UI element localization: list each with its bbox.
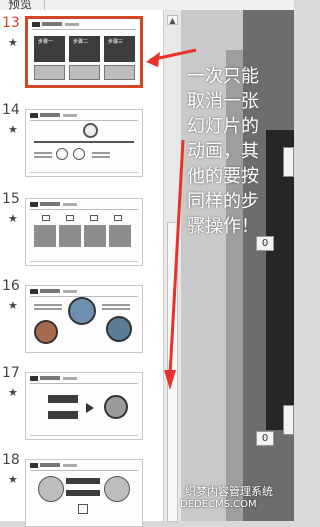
text-line xyxy=(34,156,52,158)
slide-number: 17 xyxy=(2,365,20,381)
diagram-circle xyxy=(56,148,68,160)
flow-box xyxy=(66,478,100,484)
text-line xyxy=(102,304,130,306)
flow-arrow-icon xyxy=(86,403,94,413)
diagram-line xyxy=(34,141,134,143)
slide-thumbnail-13[interactable]: 步骤一 步骤二 步骤三 xyxy=(25,16,143,88)
diagram-circle xyxy=(83,123,98,138)
thumb-footer xyxy=(30,435,138,436)
step-box-3: 步骤三 xyxy=(104,36,135,62)
flow-box xyxy=(48,411,78,419)
flow-box xyxy=(66,490,100,496)
chart-icon xyxy=(66,215,74,221)
thumb-rule xyxy=(30,470,138,471)
image-icon xyxy=(90,215,98,221)
thumb-header xyxy=(30,289,90,294)
thumb-header xyxy=(30,113,90,118)
site-watermark: 织梦内容管理系统 DEDECMS.COM xyxy=(150,480,294,514)
thumb-footer xyxy=(30,172,138,173)
scrollbar-thumb[interactable] xyxy=(167,222,178,522)
note-icon xyxy=(114,215,122,221)
down-arrow-icon xyxy=(78,504,88,514)
step-box-1: 步骤一 xyxy=(34,36,65,62)
watermark-line1: 织梦内容管理系统 xyxy=(185,485,273,498)
slide-number: 13 xyxy=(2,15,20,31)
text-line xyxy=(34,304,62,306)
thumb-rule xyxy=(30,383,138,384)
step-box-2: 步骤二 xyxy=(69,36,100,62)
slide-number: 15 xyxy=(2,191,20,207)
thumb-header xyxy=(30,202,90,207)
animation-order-badge[interactable]: 0 xyxy=(256,431,274,446)
column-card xyxy=(34,225,56,247)
text-line xyxy=(34,152,52,154)
image-placeholder xyxy=(104,65,135,80)
slide-number: 14 xyxy=(2,102,20,118)
text-line xyxy=(34,308,62,310)
animation-star-icon: ★ xyxy=(8,123,18,136)
thumbnail-scrollbar[interactable]: ▲ xyxy=(163,10,181,522)
thumb-rule xyxy=(32,29,136,30)
flow-box xyxy=(48,395,78,403)
photo-circle xyxy=(34,320,58,344)
column-card xyxy=(84,225,106,247)
thumb-header xyxy=(30,376,90,381)
thumb-header xyxy=(32,22,92,27)
column-card xyxy=(59,225,81,247)
thumb-header xyxy=(30,463,90,468)
text-line xyxy=(92,152,110,154)
photo-circle xyxy=(68,297,96,325)
canvas-element[interactable] xyxy=(283,405,294,435)
animation-star-icon: ★ xyxy=(8,36,18,49)
slide-thumbnail-14[interactable] xyxy=(25,109,143,177)
thumb-footer xyxy=(30,261,138,262)
watermark-line2: DEDECMS.COM xyxy=(180,499,257,510)
image-placeholder xyxy=(69,65,100,80)
thumb-rule xyxy=(30,120,138,121)
scroll-up-arrow-icon[interactable]: ▲ xyxy=(167,15,178,25)
tab-separator xyxy=(44,0,45,10)
text-line xyxy=(92,156,110,158)
animation-star-icon: ★ xyxy=(8,386,18,399)
animation-star-icon: ★ xyxy=(8,299,18,312)
slide-thumbnail-17[interactable] xyxy=(25,372,143,440)
slide-number: 16 xyxy=(2,278,20,294)
flow-circle xyxy=(104,395,128,419)
animation-star-icon: ★ xyxy=(8,473,18,486)
animation-star-icon: ★ xyxy=(8,212,18,225)
diagram-circle xyxy=(38,476,64,502)
diagram-circle xyxy=(104,476,130,502)
text-line xyxy=(102,308,130,310)
slide-thumbnail-panel: 13 ★ 步骤一 步骤二 步骤三 14 ★ 15 ★ 16 ★ 17 ★ 18 … xyxy=(0,10,163,527)
instruction-annotation: 一次只能取消一张幻灯片的动画，其他的要按同样的步骤操作！ xyxy=(187,66,259,237)
diagram-circle xyxy=(73,148,85,160)
slide-number: 18 xyxy=(2,452,20,468)
column-card xyxy=(109,225,131,247)
canvas-element[interactable] xyxy=(283,147,294,177)
thumb-rule xyxy=(30,209,138,210)
monitor-icon xyxy=(42,215,50,221)
photo-circle xyxy=(106,316,132,342)
slide-thumbnail-15[interactable] xyxy=(25,198,143,266)
slide-thumbnail-18[interactable] xyxy=(25,459,143,527)
image-placeholder xyxy=(34,65,65,80)
slide-thumbnail-16[interactable] xyxy=(25,285,143,353)
